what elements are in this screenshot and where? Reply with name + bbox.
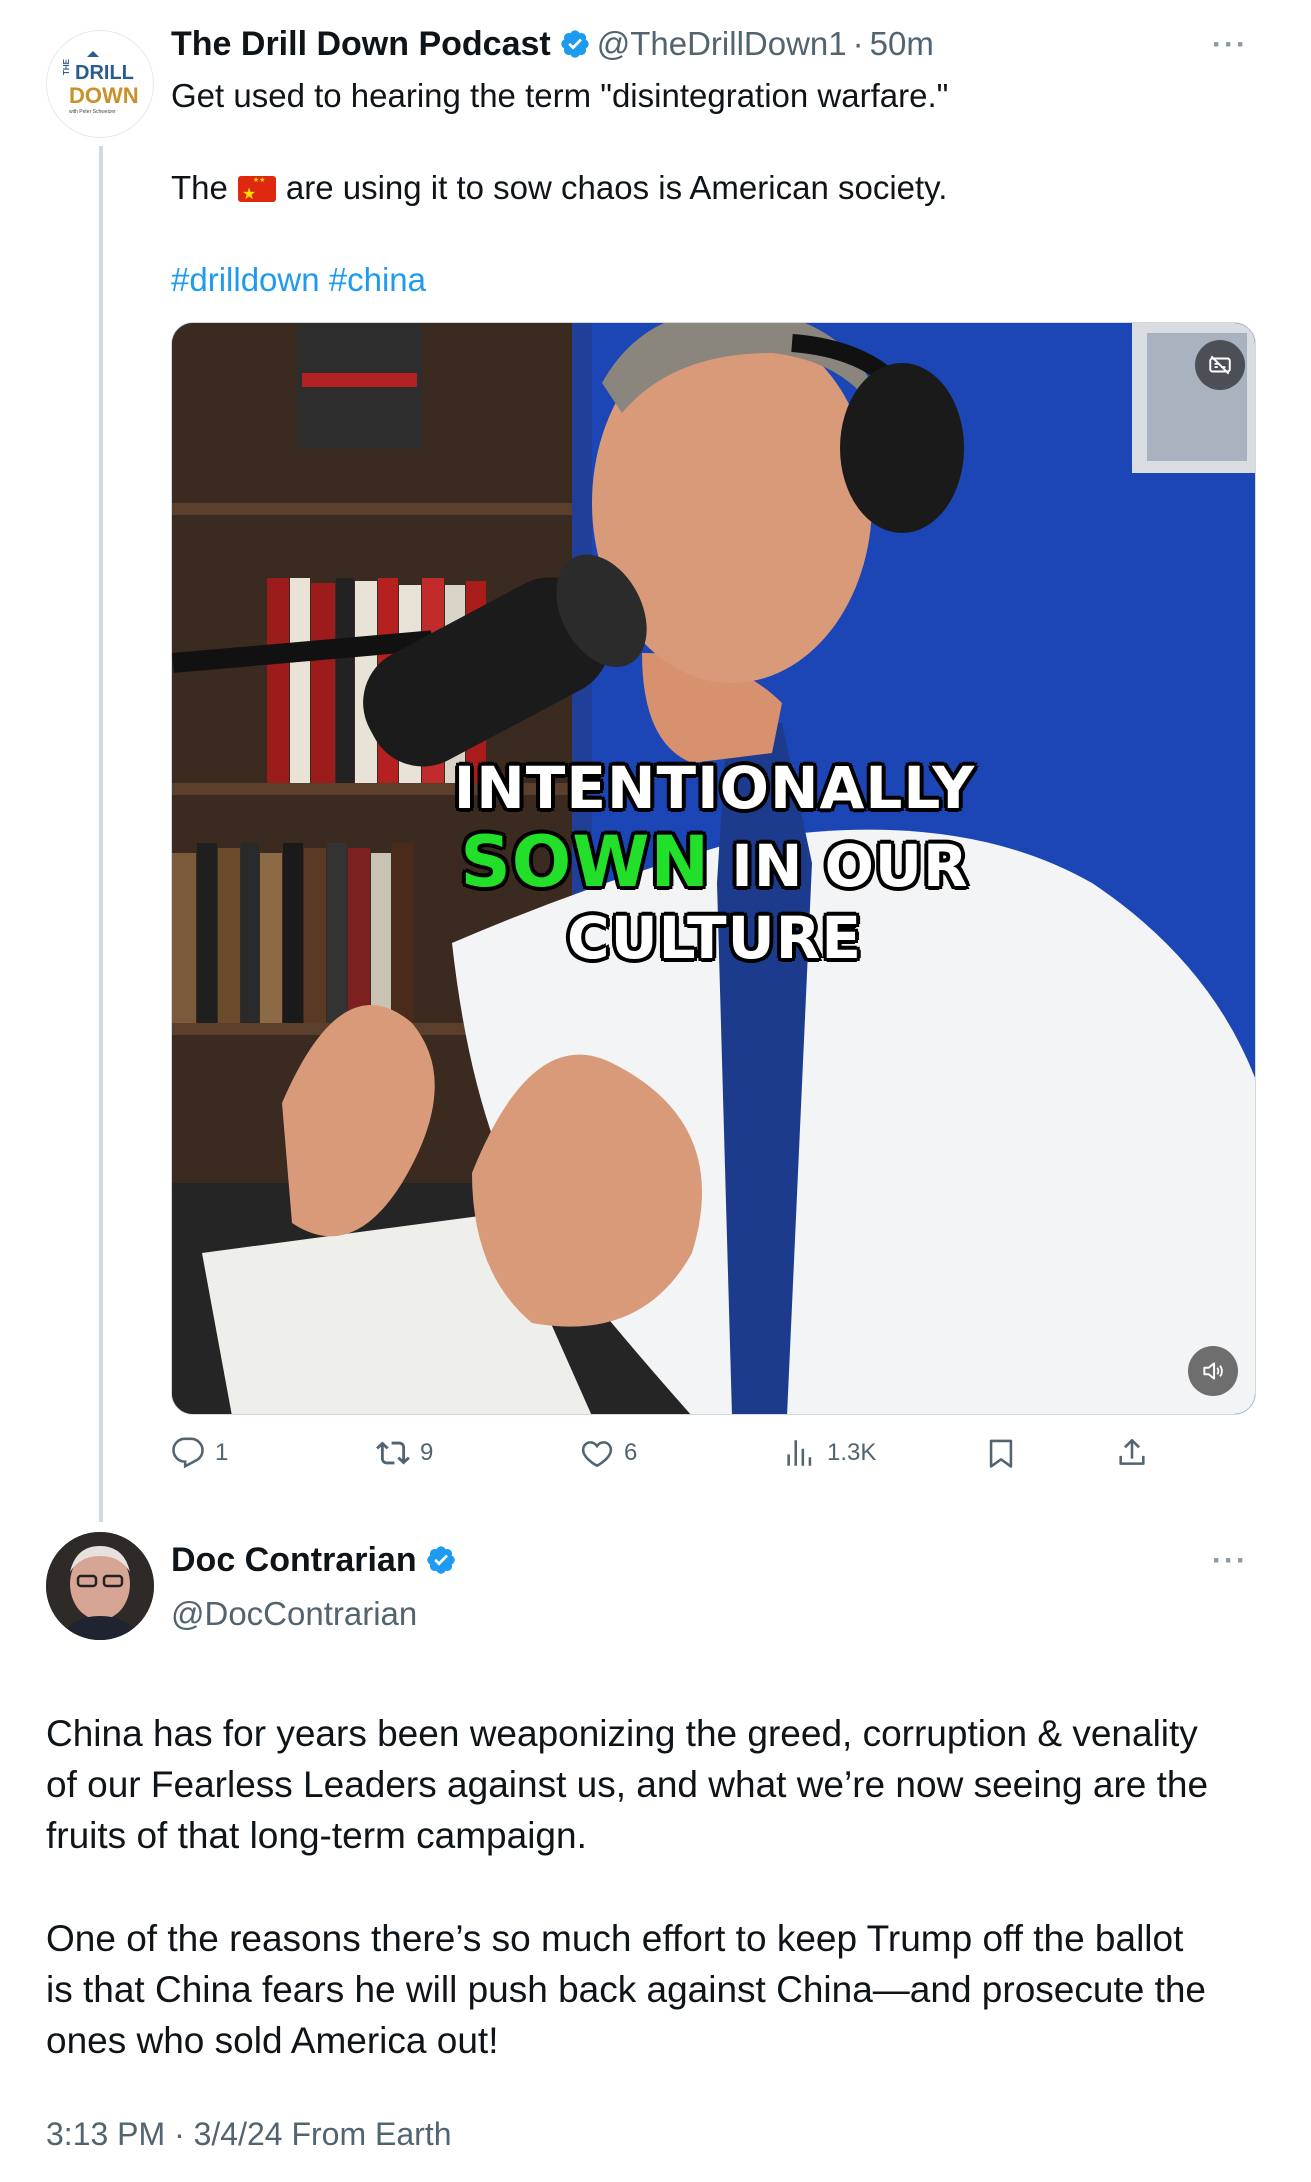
- dot-separator: ·: [852, 25, 864, 62]
- bookmark-button[interactable]: [984, 1436, 1028, 1470]
- tweet2-p1-line3: fruits of that long-term campaign.: [46, 1815, 587, 1856]
- video-caption-line2: SOWN IN OUR: [172, 825, 1255, 903]
- tweet1-line2-after: are using it to sow chaos is American so…: [285, 169, 948, 206]
- reply-button[interactable]: 1: [171, 1436, 228, 1470]
- tweet1-line2: The are using it to sow chaos is American…: [171, 166, 948, 217]
- tweet1-line1: Get used to hearing the term "disintegra…: [171, 77, 949, 114]
- tweet1-line2-before: The: [171, 169, 228, 206]
- china-flag-icon: [237, 173, 276, 217]
- video-caption-line1: INTENTIONALLY: [453, 754, 976, 822]
- tweet-time[interactable]: 50m: [870, 25, 934, 62]
- tweet1-header: The Drill Down Podcast @TheDrillDown1 · 50m: [171, 24, 934, 64]
- thread-connector-line: [99, 146, 103, 1522]
- drill-down-avatar[interactable]: THE DRILL DOWN with Peter Schweizer: [46, 30, 154, 138]
- verified-badge-icon: [561, 30, 589, 58]
- repost-icon: [376, 1441, 410, 1465]
- hashtag-china[interactable]: #china: [329, 261, 426, 298]
- tweet1-hashtags: #drilldown #china: [171, 258, 426, 302]
- tweet2-p2-line1: One of the reasons there’s so much effor…: [46, 1918, 1184, 1959]
- tweet2-timestamp[interactable]: 3:13 PM · 3/4/24 From Earth: [46, 2116, 452, 2153]
- avatar-text-top: THE: [62, 58, 71, 75]
- heart-icon: [581, 1441, 613, 1468]
- doc-contrarian-avatar[interactable]: [46, 1532, 154, 1640]
- like-button[interactable]: 6: [580, 1436, 637, 1470]
- avatar-subtext: with Peter Schweizer: [69, 109, 116, 115]
- volume-icon[interactable]: [1188, 1346, 1238, 1396]
- views-chart-icon: [787, 1440, 812, 1466]
- reply-icon: [172, 1437, 204, 1469]
- share-button[interactable]: [1115, 1436, 1159, 1470]
- tweet2-p2-line2: is that China fears he will push back ag…: [46, 1969, 1207, 2010]
- verified-badge-icon: [426, 1546, 455, 1574]
- share-icon: [1119, 1438, 1145, 1465]
- avatar-text-mid: DRILL: [75, 62, 134, 84]
- tweet2-p1-line1: China has for years been weaponizing the…: [46, 1713, 1198, 1754]
- bookmark-icon: [989, 1439, 1013, 1468]
- tweet2-p2-line3: ones who sold America out!: [46, 2020, 499, 2061]
- tweet2-paragraph1: China has for years been weaponizing the…: [46, 1708, 1208, 1861]
- author-handle[interactable]: @DocContrarian: [171, 1594, 417, 1634]
- author-name[interactable]: Doc Contrarian: [171, 1541, 417, 1579]
- video-caption-green-word: SOWN: [460, 821, 711, 903]
- video-caption-line3: CULTURE: [567, 904, 862, 972]
- video-player[interactable]: INTENTIONALLY SOWN IN OUR CULTURE: [171, 322, 1256, 1415]
- views-button[interactable]: 1.3K: [783, 1436, 876, 1470]
- reply-count: 1: [215, 1439, 229, 1466]
- author-name[interactable]: The Drill Down Podcast: [171, 25, 551, 63]
- more-options-icon[interactable]: ···: [1212, 1544, 1248, 1578]
- avatar-text-bottom: DOWN: [69, 83, 139, 108]
- view-count: 1.3K: [827, 1439, 877, 1466]
- more-options-icon[interactable]: ···: [1212, 28, 1248, 62]
- hashtag-drilldown[interactable]: #drilldown: [171, 261, 320, 298]
- tweet2-paragraph2: One of the reasons there’s so much effor…: [46, 1913, 1206, 2066]
- like-count: 6: [624, 1439, 638, 1466]
- video-caption-line2-rest: IN OUR: [731, 832, 969, 900]
- repost-button[interactable]: 9: [376, 1436, 433, 1470]
- author-handle[interactable]: @TheDrillDown1: [597, 25, 847, 62]
- tweet2-header: Doc Contrarian: [171, 1540, 463, 1580]
- repost-count: 9: [420, 1439, 434, 1466]
- tweet2-p1-line2: of our Fearless Leaders against us, and …: [46, 1764, 1209, 1805]
- captions-toggle-icon[interactable]: [1195, 340, 1245, 390]
